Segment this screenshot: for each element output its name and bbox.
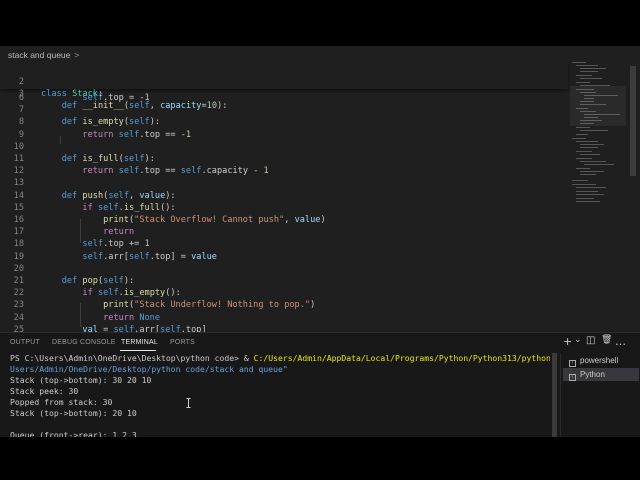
code-line[interactable]: 20: [0, 263, 568, 275]
line-number: 15: [13, 202, 24, 213]
breadcrumb[interactable]: stack and queue >: [8, 50, 79, 60]
terminal-icon: ›: [569, 374, 576, 381]
code-editor[interactable]: stack and queue > 2 class Stack: 3 def __…: [0, 46, 640, 332]
line-number: 22: [13, 288, 24, 299]
line-number: 24: [13, 312, 24, 323]
indent-guide: [80, 219, 81, 243]
line-number: 10: [13, 141, 24, 152]
code-line[interactable]: 8 def is_empty(self):: [0, 116, 568, 128]
code-line[interactable]: 15 if self.is_full():: [0, 202, 568, 214]
terminal-line: Stack (top->bottom): 20 10: [10, 408, 137, 418]
terminal-output[interactable]: PS C:\Users\Admin\OneDrive\Desktop\pytho…: [10, 353, 550, 437]
code-line[interactable]: 18 self.top += 1: [0, 238, 568, 250]
code-text: def pop(self):: [61, 276, 135, 286]
terminal-line: Stack peek: 30: [10, 386, 79, 396]
code-text: def push(self, value):: [61, 190, 176, 201]
code-text: print("Stack Overflow! Cannot push", val…: [103, 215, 326, 225]
bottom-panel: OUTPUT DEBUG CONSOLE TERMINAL PORTS + ⌄ …: [0, 332, 640, 437]
code-line[interactable]: 10: [0, 141, 568, 153]
tab-output[interactable]: OUTPUT: [10, 339, 40, 346]
code-text: val = self.arr[self.top]: [82, 324, 207, 332]
code-line[interactable]: 12 return self.top == self.capacity - 1: [0, 165, 568, 177]
line-number: 3: [18, 89, 24, 99]
code-text: if self.is_full():: [82, 202, 176, 213]
code-text: print("Stack Underflow! Nothing to pop."…: [103, 300, 316, 311]
code-line[interactable]: 24 return None: [0, 312, 568, 324]
line-number: 11: [13, 154, 24, 164]
sticky-scroll-header[interactable]: 2 class Stack: 3 def __init__(self, capa…: [0, 63, 568, 111]
text-cursor-icon: [186, 398, 191, 408]
code-text: self.arr[self.top] = value: [82, 251, 217, 262]
code-text: def is_full(self):: [61, 154, 155, 164]
terminal-scrollbar[interactable]: [552, 353, 557, 437]
line-number: 9: [18, 129, 24, 140]
code-text: return: [103, 227, 135, 238]
code-line[interactable]: 19 self.arr[self.top] = value: [0, 251, 568, 263]
terminal-item-label: Python: [580, 370, 605, 379]
line-number: 13: [13, 178, 24, 189]
panel-tabs: OUTPUT DEBUG CONSOLE TERMINAL PORTS: [0, 333, 560, 353]
line-number: 25: [13, 324, 24, 332]
code-line[interactable]: 22 if self.is_empty():: [0, 287, 568, 299]
terminal-item-label: powershell: [580, 356, 619, 365]
code-line[interactable]: 23 print("Stack Underflow! Nothing to po…: [0, 299, 568, 311]
new-terminal-icon[interactable]: +: [563, 335, 572, 348]
sticky-line[interactable]: 3 def __init__(self, capacity=10):: [0, 76, 568, 111]
code-text: return None: [103, 312, 161, 323]
terminal-item-powershell[interactable]: › powershell: [563, 354, 639, 367]
code-line[interactable]: 21 def pop(self):: [0, 275, 568, 287]
chevron-right-icon: >: [74, 50, 80, 60]
code-line[interactable]: 16 print("Stack Overflow! Cannot push", …: [0, 214, 568, 226]
line-number: 18: [13, 239, 24, 250]
line-number: 12: [13, 166, 24, 177]
code-line[interactable]: 13: [0, 177, 568, 189]
split-terminal-icon[interactable]: ◫: [586, 335, 595, 346]
minimap[interactable]: [570, 60, 626, 210]
panel-actions: + ⌄ ◫ 🗑 …: [561, 335, 640, 351]
code-text: if self.is_empty():: [82, 288, 181, 299]
code-text: return self.top == self.capacity - 1: [82, 166, 269, 177]
code-line[interactable]: 9 return self.top == -1: [0, 129, 568, 141]
line-number: 19: [13, 251, 24, 262]
chevron-down-icon[interactable]: ⌄: [574, 335, 582, 345]
code-text: class Stack:: [41, 89, 104, 99]
active-tab-indicator: [120, 350, 156, 351]
code-text: def __init__(self, capacity=10):: [61, 101, 228, 111]
line-number: 17: [13, 227, 24, 238]
terminal-icon: ›: [569, 360, 576, 367]
indent-guide: [60, 136, 61, 144]
breadcrumb-folder[interactable]: stack and queue: [8, 50, 70, 60]
tab-terminal[interactable]: TERMINAL: [121, 339, 158, 346]
tab-ports[interactable]: PORTS: [170, 339, 195, 346]
code-text: def is_empty(self):: [61, 117, 161, 128]
code-line[interactable]: 25 val = self.arr[self.top]: [0, 324, 568, 332]
line-number: 20: [13, 263, 24, 274]
line-number: 14: [13, 190, 24, 201]
line-number: 23: [13, 300, 24, 311]
terminal-list: › powershell › Python: [560, 353, 640, 437]
code-text: self.top += 1: [82, 239, 150, 250]
code-line[interactable]: 14 def push(self, value):: [0, 190, 568, 202]
line-number: 16: [13, 215, 24, 225]
sticky-line[interactable]: 2 class Stack:: [0, 64, 568, 99]
terminal-line: Users/Admin/OneDrive/Desktop/python code…: [10, 364, 288, 374]
more-actions-icon[interactable]: …: [615, 335, 626, 348]
indent-guide: [80, 303, 81, 327]
terminal-item-python[interactable]: › Python: [563, 368, 639, 381]
terminal-line: Popped from stack: 30: [10, 397, 113, 407]
line-number: 21: [13, 276, 24, 286]
terminal-line: Queue (front->rear): 1 2 3: [10, 430, 137, 437]
code-line[interactable]: 11 def is_full(self):: [0, 153, 568, 165]
code-text: return self.top == -1: [82, 129, 192, 140]
terminal-line: Stack (top->bottom): 30 20 10: [10, 375, 152, 385]
editor-scrollbar[interactable]: [630, 46, 636, 332]
trash-icon[interactable]: 🗑: [601, 335, 612, 345]
tab-debug-console[interactable]: DEBUG CONSOLE: [52, 339, 116, 346]
code-line[interactable]: 17 return: [0, 226, 568, 238]
terminal-line: PS C:\Users\Admin\OneDrive\Desktop\pytho…: [10, 353, 550, 363]
